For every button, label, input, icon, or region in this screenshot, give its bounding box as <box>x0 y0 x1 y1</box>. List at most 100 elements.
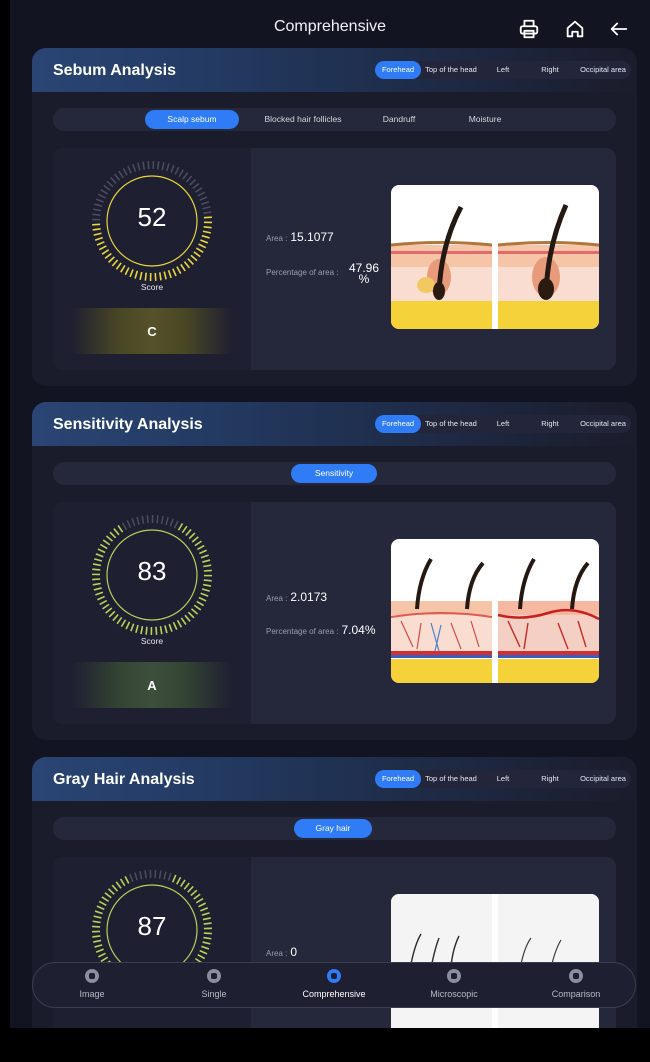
gauge-tick <box>176 266 182 275</box>
score-value: 87 <box>137 911 167 941</box>
gauge-tick <box>140 625 144 635</box>
sebum-illustration <box>391 185 599 329</box>
gauge-tick <box>97 548 106 554</box>
gauge-tick <box>129 873 134 882</box>
app-window: Comprehensive Sebum Analysis Forehead To… <box>10 0 650 1028</box>
gauge-tick <box>127 165 132 174</box>
comparison-icon <box>569 969 583 983</box>
region-tab-forehead[interactable]: Forehead <box>375 415 421 433</box>
region-tab-occipital[interactable]: Occipital area <box>575 61 631 79</box>
gauge-tick <box>108 610 116 618</box>
gauge-tick <box>129 269 134 278</box>
nav-item-microscopic[interactable]: Microscopic <box>409 969 499 999</box>
gauge-tick <box>107 256 115 263</box>
area-label: Area : <box>266 594 288 603</box>
gauge-tick <box>167 270 172 279</box>
region-tab-right[interactable]: Right <box>525 770 575 788</box>
gauge-tick <box>189 179 197 186</box>
region-tab-left[interactable]: Left <box>481 770 525 788</box>
region-tab-top-of-head[interactable]: Top of the head <box>421 770 481 788</box>
gauge-tick <box>158 272 162 281</box>
sub-tab-scalp-sebum[interactable]: Scalp sebum <box>145 110 239 129</box>
gauge-tick <box>199 549 207 555</box>
gauge-tick <box>185 175 193 183</box>
gauge-tick <box>198 243 207 249</box>
gauge-tick <box>136 516 140 525</box>
gauge-tick <box>177 522 184 531</box>
area-metric: Area :2.0173 <box>266 590 327 604</box>
nav-item-comparison[interactable]: Comparison <box>531 969 621 999</box>
gauge-tick <box>144 272 147 281</box>
grade-badge: C <box>71 308 233 354</box>
sub-tab-dandruff[interactable]: Dandruff <box>369 110 429 129</box>
sub-tab-moisture[interactable]: Moisture <box>447 110 523 129</box>
gauge-tick <box>190 608 199 615</box>
gauge-tick <box>93 587 102 591</box>
area-metric: Area :15.1077 <box>266 230 334 244</box>
sensitivity-analysis-card: Sensitivity Analysis Forehead Top of the… <box>32 402 637 740</box>
sub-tab-gray-hair[interactable]: Gray hair <box>294 819 372 838</box>
gauge-tick <box>116 616 123 625</box>
gauge-tick <box>173 520 179 529</box>
region-tab-forehead[interactable]: Forehead <box>375 770 421 788</box>
gauge-tick <box>115 262 122 270</box>
nav-item-single[interactable]: Single <box>169 969 259 999</box>
region-tab-left[interactable]: Left <box>481 61 525 79</box>
region-tabs: Forehead Top of the head Left Right Occi… <box>375 61 631 79</box>
printer-icon[interactable] <box>518 18 540 40</box>
gauge-tick <box>100 189 109 195</box>
sub-tab-sensitivity[interactable]: Sensitivity <box>291 464 377 483</box>
gauge-tick <box>105 607 113 614</box>
gauge-tick <box>97 595 105 601</box>
gauge-tick <box>111 884 119 892</box>
gauge-tick <box>99 543 108 550</box>
gauge-tick <box>102 603 110 610</box>
arrow-left-icon[interactable] <box>608 18 630 40</box>
region-tab-occipital[interactable]: Occipital area <box>575 415 631 433</box>
gauge-tick <box>201 234 210 239</box>
gauge-tick <box>124 875 130 884</box>
gauge-tick <box>200 592 209 597</box>
nav-label: Single <box>201 989 227 999</box>
gauge-tick <box>202 941 211 945</box>
nav-item-comprehensive[interactable]: Comprehensive <box>289 969 379 999</box>
region-tab-top-of-head[interactable]: Top of the head <box>421 415 481 433</box>
region-tab-top-of-head[interactable]: Top of the head <box>421 61 481 79</box>
gauge-tick <box>191 536 199 543</box>
region-tab-left[interactable]: Left <box>481 415 525 433</box>
nav-item-image[interactable]: Image <box>47 969 137 999</box>
gauge-tick <box>174 166 180 175</box>
region-tab-right[interactable]: Right <box>525 415 575 433</box>
score-column: 52 Score C <box>53 148 251 370</box>
region-tab-forehead[interactable]: Forehead <box>375 61 421 79</box>
gauge-tick <box>197 954 206 960</box>
gauge-tick <box>98 900 107 906</box>
gauge-tick <box>159 626 163 635</box>
gauge-tick <box>121 522 128 531</box>
card-header: Gray Hair Analysis Forehead Top of the h… <box>32 757 637 801</box>
gauge-tick <box>113 173 121 181</box>
gauge-tick <box>142 161 146 170</box>
gauge-tick <box>102 539 111 546</box>
gauge-tick <box>157 161 160 170</box>
gauge-tick <box>196 544 205 551</box>
percent-metric: Percentage of area : <box>266 268 339 277</box>
area-label: Area : <box>266 234 288 243</box>
gauge-tick <box>101 896 110 903</box>
region-tab-occipital[interactable]: Occipital area <box>575 770 631 788</box>
gauge-tick <box>117 525 124 533</box>
sub-tab-blocked-follicles[interactable]: Blocked hair follicles <box>253 110 353 129</box>
gauge-tick <box>137 162 141 171</box>
gauge-tick <box>192 182 200 190</box>
percent-label: Percentage of area : <box>266 268 339 277</box>
gauge-tick <box>185 528 192 537</box>
gauge-tick <box>139 271 143 280</box>
gauge-tick <box>132 163 137 172</box>
gauge-tick <box>168 623 173 632</box>
comprehensive-icon <box>327 969 341 983</box>
region-tab-right[interactable]: Right <box>525 61 575 79</box>
home-icon[interactable] <box>564 18 586 40</box>
gauge-tick <box>100 956 109 963</box>
gauge-tick <box>161 162 165 171</box>
percent-value: 47.96 % <box>348 261 380 286</box>
